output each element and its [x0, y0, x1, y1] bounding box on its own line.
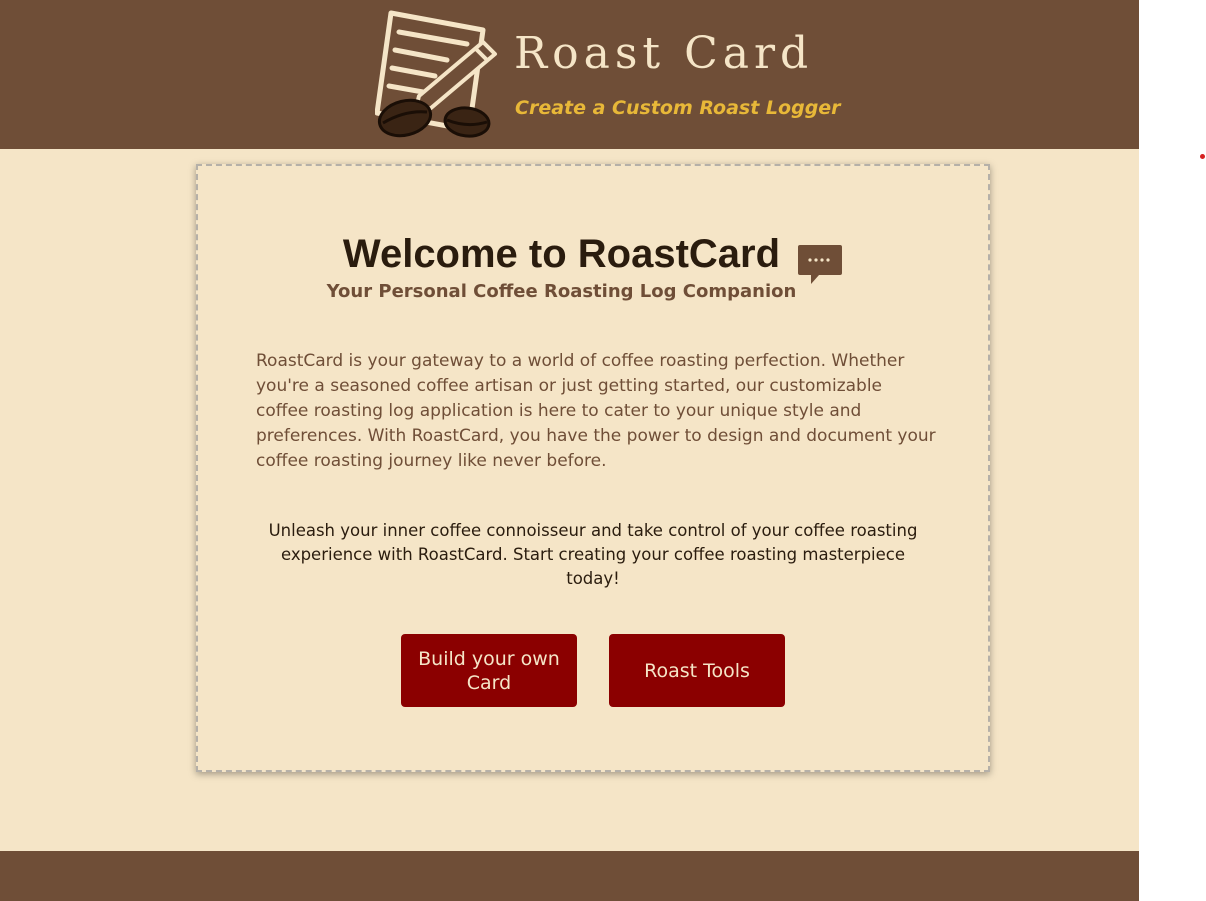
build-card-button[interactable]: Build your own Card [401, 634, 577, 707]
welcome-heading: Welcome to RoastCard [342, 232, 781, 276]
cta-paragraph: Unleash your inner coffee connoisseur an… [268, 521, 918, 588]
page: Roast Card Create a Custom Roast Logger … [0, 0, 1139, 901]
site-tagline: Create a Custom Roast Logger [515, 97, 841, 119]
notepad-pencil-coffee-beans-icon [375, 10, 497, 138]
intro-paragraph: RoastCard is your gateway to a world of … [256, 351, 936, 471]
roast-tools-button[interactable]: Roast Tools [609, 634, 785, 707]
site-footer [0, 851, 1139, 901]
red-dot-marker [1200, 154, 1205, 159]
welcome-subtitle: Your Personal Coffee Roasting Log Compan… [326, 281, 797, 302]
site-title: Roast Card [514, 28, 814, 79]
site-header: Roast Card Create a Custom Roast Logger [0, 0, 1139, 149]
